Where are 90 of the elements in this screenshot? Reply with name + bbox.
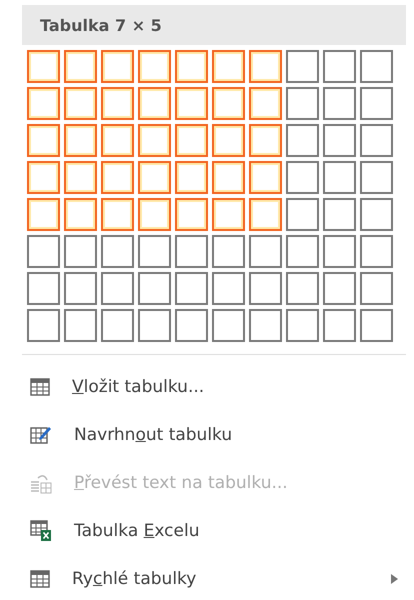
table-grid-cell[interactable] xyxy=(138,161,171,194)
table-grid-cell[interactable] xyxy=(286,50,319,83)
table-grid-cell[interactable] xyxy=(212,235,245,268)
menu-item[interactable]: Tabulka Excelu xyxy=(22,507,406,555)
table-grid-cell[interactable] xyxy=(249,235,282,268)
table-grid-cell[interactable] xyxy=(360,161,393,194)
table-grid-cell[interactable] xyxy=(27,272,60,305)
table-grid-cell[interactable] xyxy=(249,198,282,231)
table-grid-cell[interactable] xyxy=(360,87,393,120)
table-grid-cell[interactable] xyxy=(64,309,97,342)
table-grid-cell[interactable] xyxy=(175,309,208,342)
table-grid-cell[interactable] xyxy=(212,272,245,305)
menu-item[interactable]: Rychlé tabulky xyxy=(22,555,406,600)
table-grid-cell[interactable] xyxy=(212,198,245,231)
table-grid-cell[interactable] xyxy=(360,309,393,342)
table-grid-cell[interactable] xyxy=(212,309,245,342)
table-grid-cell[interactable] xyxy=(64,235,97,268)
table-grid-cell[interactable] xyxy=(138,50,171,83)
table-grid-cell[interactable] xyxy=(64,198,97,231)
table-grid-cell[interactable] xyxy=(175,124,208,157)
table-grid-cell[interactable] xyxy=(175,198,208,231)
table-grid-cell[interactable] xyxy=(323,272,356,305)
table-grid-cell[interactable] xyxy=(101,272,134,305)
table-grid-cell[interactable] xyxy=(286,124,319,157)
table-grid-cell[interactable] xyxy=(27,124,60,157)
table-grid-cell[interactable] xyxy=(286,198,319,231)
table-grid-cell[interactable] xyxy=(249,50,282,83)
table-grid-cell[interactable] xyxy=(64,124,97,157)
table-size-title: Tabulka 7 × 5 xyxy=(22,5,406,45)
table-grid-cell[interactable] xyxy=(64,272,97,305)
table-grid-cell[interactable] xyxy=(101,309,134,342)
table-grid-cell[interactable] xyxy=(286,272,319,305)
table-grid-cell[interactable] xyxy=(249,124,282,157)
table-grid-cell[interactable] xyxy=(212,50,245,83)
table-grid-cell[interactable] xyxy=(101,161,134,194)
table-grid-cell[interactable] xyxy=(138,198,171,231)
table-grid-cell[interactable] xyxy=(212,124,245,157)
table-grid-cell[interactable] xyxy=(360,198,393,231)
table-pencil-icon xyxy=(30,425,52,445)
table-grid-cell[interactable] xyxy=(249,309,282,342)
table-grid-cell[interactable] xyxy=(323,235,356,268)
table-grid-cell[interactable] xyxy=(323,124,356,157)
table-grid-cell[interactable] xyxy=(101,50,134,83)
table-grid-cell[interactable] xyxy=(323,50,356,83)
table-grid-cell[interactable] xyxy=(323,161,356,194)
menu-item[interactable]: Navrhnout tabulku xyxy=(22,411,406,459)
table-grid-cell[interactable] xyxy=(286,309,319,342)
table-grid-cell[interactable] xyxy=(138,124,171,157)
table-grid-cell[interactable] xyxy=(138,309,171,342)
table-grid-cell[interactable] xyxy=(212,161,245,194)
table-grid-cell[interactable] xyxy=(101,87,134,120)
table-grid-cell[interactable] xyxy=(286,235,319,268)
table-grid-cell[interactable] xyxy=(249,272,282,305)
table-grid-cell[interactable] xyxy=(323,309,356,342)
table-grid-cell[interactable] xyxy=(212,87,245,120)
table-grid-cell[interactable] xyxy=(101,235,134,268)
table-grid-cell[interactable] xyxy=(249,161,282,194)
table-grid-cell[interactable] xyxy=(249,87,282,120)
table-grid-cell[interactable] xyxy=(360,124,393,157)
spreadsheet-icon xyxy=(30,520,52,542)
table-grid-cell[interactable] xyxy=(175,161,208,194)
table-grid-cell[interactable] xyxy=(27,161,60,194)
table-grid-cell[interactable] xyxy=(27,235,60,268)
table-grid-cell[interactable] xyxy=(323,87,356,120)
table-icon xyxy=(30,570,50,588)
table-grid-cell[interactable] xyxy=(101,198,134,231)
table-grid-cell[interactable] xyxy=(175,235,208,268)
table-icon xyxy=(30,378,50,396)
table-grid-cell[interactable] xyxy=(360,235,393,268)
table-grid-cell[interactable] xyxy=(138,235,171,268)
table-grid-cell[interactable] xyxy=(286,87,319,120)
table-grid-cell[interactable] xyxy=(323,198,356,231)
table-grid-cell[interactable] xyxy=(138,87,171,120)
table-grid-cell[interactable] xyxy=(360,50,393,83)
table-grid-cell[interactable] xyxy=(27,309,60,342)
table-grid-cell[interactable] xyxy=(64,161,97,194)
table-grid-cell[interactable] xyxy=(64,87,97,120)
table-grid-cell[interactable] xyxy=(27,87,60,120)
table-grid-cell[interactable] xyxy=(138,272,171,305)
table-grid-cell[interactable] xyxy=(27,50,60,83)
table-grid-cell[interactable] xyxy=(175,50,208,83)
table-grid-cell[interactable] xyxy=(175,272,208,305)
table-grid-cell[interactable] xyxy=(175,87,208,120)
text-to-table-icon xyxy=(30,472,52,494)
table-grid-cell[interactable] xyxy=(101,124,134,157)
table-grid-cell[interactable] xyxy=(27,198,60,231)
table-grid-cell[interactable] xyxy=(360,272,393,305)
table-grid-cell[interactable] xyxy=(64,50,97,83)
table-grid-cell[interactable] xyxy=(286,161,319,194)
menu-item[interactable]: Vložit tabulku... xyxy=(22,363,406,411)
